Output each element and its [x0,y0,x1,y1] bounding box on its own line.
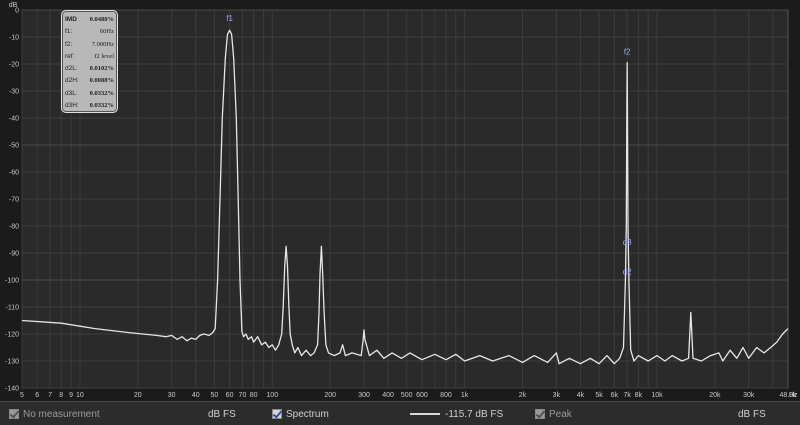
x-tick-label: 2k [519,392,527,399]
y-tick-label: -110 [6,305,20,312]
y-tick-label: -20 [9,62,19,69]
peak-toggle[interactable]: Peak [535,407,572,421]
x-tick-label: 100 [266,392,278,399]
x-tick-label: 200 [324,392,336,399]
x-tick-label: 500 [401,392,413,399]
no-measurement-label: No measurement [23,408,100,420]
spectrum-plot[interactable]: 0-10-20-30-40-50-60-70-80-90-100-110-120… [0,0,800,400]
y-tick-label: -10 [9,35,19,42]
y-tick-label: -60 [9,170,19,177]
y-tick-label: -90 [9,251,19,258]
imd-row-d2l: d2L: 0.0102% [65,65,114,73]
x-tick-label: 7k [623,392,631,399]
x-tick-label: 9 [69,392,73,399]
imd-row-d3l: d3L: 0.0332% [65,89,114,97]
x-tick-label: 6 [35,392,39,399]
x-tick-label: 400 [382,392,394,399]
x-tick-label: 40 [192,392,200,399]
imd-row-total: IMD 0.0488% [65,16,114,23]
peak-marker-d2: d2 [623,268,632,277]
x-tick-label: 8 [59,392,63,399]
legend-bar: No measurement dB FS Spectrum -115.7 dB … [0,401,800,425]
no-measurement-checkbox[interactable] [9,409,19,419]
x-tick-label: 8k [635,392,643,399]
imd-readout-box: IMD 0.0488% f1: 60Hz f2: 7.000Hz ref: f2… [61,10,118,113]
imd-row-f2: f2: 7.000Hz [65,40,114,48]
spectrum-level-readout: -115.7 dB FS [410,407,503,421]
y-tick-label: -50 [9,143,19,150]
x-tick-label: 20 [134,392,142,399]
spectrum-line-swatch [410,413,440,415]
spectrum-checkbox[interactable] [272,409,282,419]
x-tick-label: 30k [743,392,755,399]
spectrum-toggle[interactable]: Spectrum [272,407,329,421]
x-tick-label: 300 [358,392,370,399]
x-tick-label: 30 [168,392,176,399]
x-tick-label: 50 [210,392,218,399]
y-tick-label: -130 [5,359,19,366]
peak-marker-f2: f2 [624,48,631,57]
imd-row-ref: ref: f2 level [65,52,114,60]
x-tick-label: 60 [226,392,234,399]
y-tick-label: -30 [9,89,19,96]
x-tick-label: 600 [416,392,428,399]
x-tick-label: 6k [611,392,619,399]
x-tick-label: 80 [250,392,258,399]
x-tick-label: 5 [20,392,24,399]
no-measurement-toggle[interactable]: No measurement [9,407,100,421]
x-tick-label: 20k [709,392,721,399]
y-tick-label: -100 [5,278,19,285]
y-axis-label: dB [9,2,18,9]
x-axis-label: Hz [789,392,798,399]
peak-marker-f1: f1 [226,14,233,23]
imd-row-d3h: d3H: 0.0332% [65,102,114,110]
spectrum-label: Spectrum [286,408,329,420]
y-tick-label: -120 [5,332,19,339]
peak-label: Peak [549,408,572,420]
x-tick-label: 7 [48,392,52,399]
y-tick-label: -140 [5,386,19,393]
x-tick-label: 5k [595,392,603,399]
imd-row-f1: f1: 60Hz [65,28,114,36]
y-tick-label: -80 [9,224,19,231]
peak-unit: dB FS [738,408,766,420]
x-tick-label: 1k [461,392,469,399]
y-tick-label: -40 [9,116,19,123]
x-tick-label: 4k [577,392,585,399]
spectrum-chart: 0 -10 -20 -30 -40 -50 -60 -70 -80 -90 -100 -110 -120… [0,0,800,400]
x-tick-label: 10k [651,392,663,399]
no-measurement-unit: dB FS [208,408,236,420]
x-tick-label: 800 [440,392,452,399]
x-tick-label: 3k [553,392,561,399]
x-tick-label: 70 [239,392,247,399]
x-tick-label: 10 [76,392,84,399]
peak-marker-d3: d3 [623,238,632,247]
y-tick-label: -70 [9,197,19,204]
imd-row-d2h: d2H: 0.0088% [65,77,114,85]
peak-checkbox[interactable] [535,409,545,419]
